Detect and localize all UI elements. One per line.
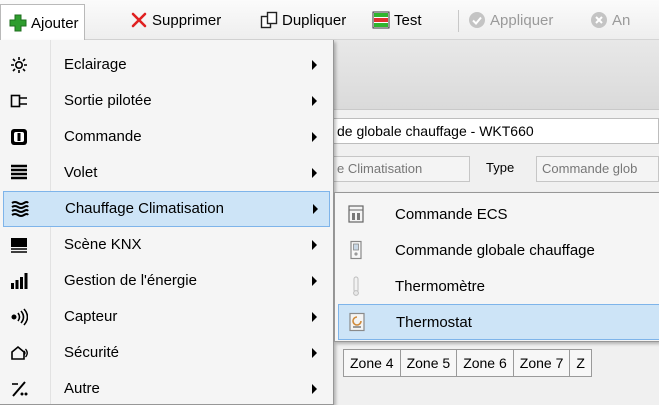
delete-x-icon bbox=[130, 11, 148, 29]
tab-zone-7[interactable]: Zone 7 bbox=[513, 349, 571, 377]
submenu-item-label: Thermomètre bbox=[395, 278, 486, 295]
scene-icon bbox=[10, 236, 28, 254]
menu-item-capteur[interactable]: Capteur bbox=[0, 299, 332, 335]
tab-zone-6[interactable]: Zone 6 bbox=[457, 349, 514, 377]
submenu-item-label: Commande ECS bbox=[395, 206, 508, 223]
tab-zone-5[interactable]: Zone 5 bbox=[400, 349, 458, 377]
delete-label: Supprimer bbox=[152, 11, 222, 29]
apply-label: Appliquer bbox=[490, 11, 554, 29]
menu-item-scene-knx[interactable]: Scène KNX bbox=[0, 227, 332, 263]
object-name-field[interactable]: de globale chauffage - WKT660 bbox=[330, 118, 659, 144]
cancel-label: An bbox=[612, 11, 631, 29]
type-field[interactable]: Commande glob bbox=[536, 156, 659, 182]
add-label: Ajouter bbox=[31, 14, 79, 32]
submenu-item-label: Commande globale chauffage bbox=[395, 242, 595, 259]
app-window: de globale chauffage - WKT660 e Climatis… bbox=[0, 0, 659, 405]
tab-zone-4[interactable]: Zone 4 bbox=[343, 349, 401, 377]
submenu-item-thermostat[interactable]: Thermostat bbox=[338, 304, 659, 340]
heating-submenu: Commande ECS Commande globale chauffage … bbox=[334, 192, 659, 342]
menu-item-autre[interactable]: Autre bbox=[0, 371, 332, 405]
duplicate-button[interactable]: Dupliquer bbox=[260, 7, 346, 33]
delete-button[interactable]: Supprimer bbox=[130, 7, 221, 33]
tab-zone-8[interactable]: Z bbox=[570, 349, 592, 377]
toolbar: Ajouter Supprimer Dupliquer Test Appliqu… bbox=[0, 0, 659, 41]
submenu-arrow-icon bbox=[312, 96, 317, 106]
check-circle-icon bbox=[468, 11, 486, 29]
menu-item-label: Commande bbox=[64, 128, 142, 145]
plus-icon bbox=[9, 14, 27, 32]
submenu-arrow-icon bbox=[312, 276, 317, 286]
submenu-item-commande-globale-chauffage[interactable]: Commande globale chauffage bbox=[335, 232, 659, 268]
menu-item-label: Autre bbox=[64, 380, 100, 397]
test-button[interactable]: Test bbox=[372, 7, 422, 33]
submenu-arrow-icon bbox=[313, 204, 318, 214]
menu-item-label: Sortie pilotée bbox=[64, 92, 152, 109]
zone-tabs: Zone 4 Zone 5 Zone 6 Zone 7 Z bbox=[343, 349, 592, 377]
submenu-arrow-icon bbox=[312, 348, 317, 358]
thermometer-icon bbox=[347, 276, 365, 296]
submenu-item-commande-ecs[interactable]: Commande ECS bbox=[335, 196, 659, 232]
submenu-item-label: Thermostat bbox=[396, 314, 472, 331]
menu-item-label: Sécurité bbox=[64, 344, 120, 361]
sensor-icon bbox=[10, 308, 29, 326]
duplicate-icon bbox=[260, 11, 278, 29]
menu-item-securite[interactable]: Sécurité bbox=[0, 335, 332, 371]
form-header-area bbox=[330, 40, 659, 110]
submenu-arrow-icon bbox=[312, 312, 317, 322]
test-icon bbox=[372, 11, 390, 29]
output-icon bbox=[10, 92, 28, 110]
apply-button[interactable]: Appliquer bbox=[468, 7, 553, 33]
submenu-arrow-icon bbox=[312, 132, 317, 142]
switch-icon bbox=[10, 128, 28, 146]
light-bulb-icon bbox=[10, 56, 28, 74]
test-label: Test bbox=[394, 11, 422, 29]
shutter-icon bbox=[10, 164, 28, 182]
submenu-item-thermometre[interactable]: Thermomètre bbox=[335, 268, 659, 304]
menu-item-label: Volet bbox=[64, 164, 98, 181]
menu-item-label: Eclairage bbox=[64, 56, 127, 73]
submenu-arrow-icon bbox=[312, 240, 317, 250]
submenu-arrow-icon bbox=[312, 60, 317, 70]
type-label: Type bbox=[486, 160, 515, 175]
add-button[interactable]: Ajouter bbox=[0, 4, 85, 41]
duplicate-label: Dupliquer bbox=[282, 11, 347, 29]
menu-item-label: Gestion de l'énergie bbox=[64, 272, 197, 289]
menu-item-label: Capteur bbox=[64, 308, 118, 325]
submenu-arrow-icon bbox=[312, 168, 317, 178]
menu-item-gestion-energie[interactable]: Gestion de l'énergie bbox=[0, 263, 332, 299]
ecs-icon bbox=[347, 204, 365, 224]
add-menu: Eclairage Sortie pilotée Commande Volet bbox=[0, 40, 334, 405]
menu-item-eclairage[interactable]: Eclairage bbox=[0, 47, 332, 83]
menu-item-chauffage-climatisation[interactable]: Chauffage Climatisation bbox=[3, 191, 330, 227]
menu-item-sortie-pilotee[interactable]: Sortie pilotée bbox=[0, 83, 332, 119]
cancel-button[interactable]: An bbox=[590, 7, 630, 33]
menu-item-commande[interactable]: Commande bbox=[0, 119, 332, 155]
toolbar-separator bbox=[458, 10, 459, 32]
thermostat-icon bbox=[348, 312, 366, 332]
menu-item-label: Chauffage Climatisation bbox=[65, 200, 224, 217]
security-icon bbox=[10, 344, 28, 362]
global-heating-icon bbox=[347, 240, 365, 260]
heating-icon bbox=[11, 200, 29, 218]
other-icon bbox=[10, 380, 28, 398]
energy-bars-icon bbox=[10, 272, 28, 290]
menu-item-volet[interactable]: Volet bbox=[0, 155, 332, 191]
cancel-circle-icon bbox=[590, 11, 608, 29]
menu-item-label: Scène KNX bbox=[64, 236, 142, 253]
category-field[interactable]: e Climatisation bbox=[330, 156, 470, 182]
submenu-arrow-icon bbox=[312, 384, 317, 394]
